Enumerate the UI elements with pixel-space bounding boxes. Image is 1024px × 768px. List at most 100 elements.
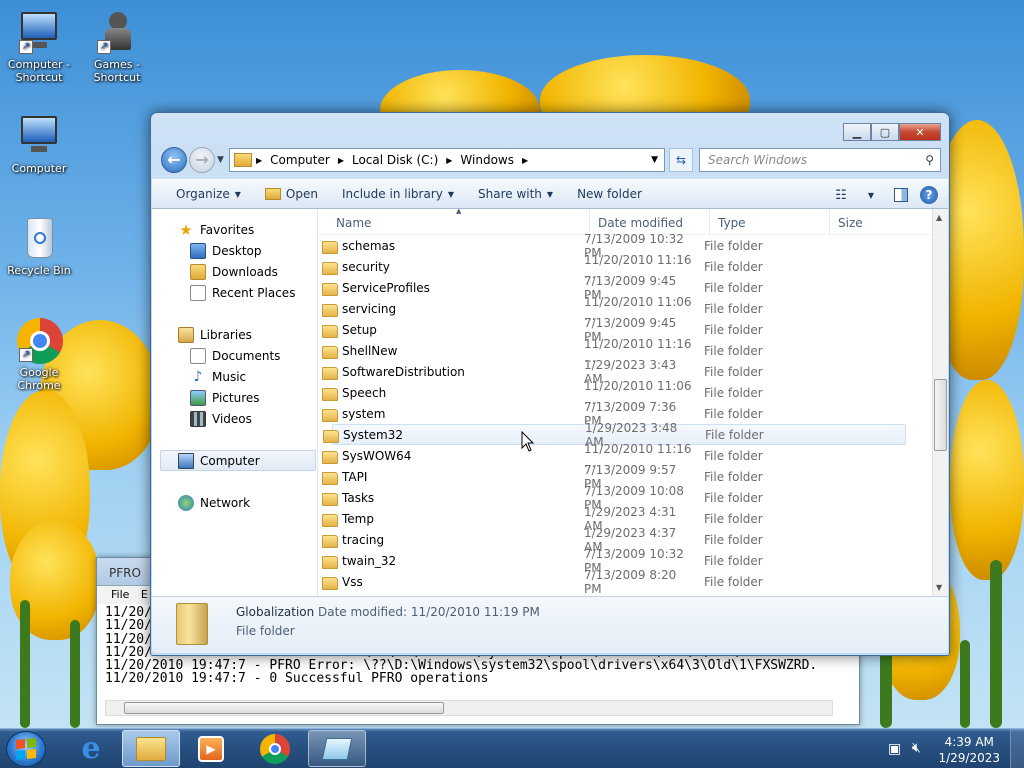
- taskbar-media-player[interactable]: ▶: [182, 730, 240, 767]
- scrollbar-thumb[interactable]: [124, 702, 444, 714]
- nav-documents[interactable]: Documents: [190, 345, 280, 366]
- chrome-icon: ↗: [17, 318, 63, 364]
- taskbar-notepad[interactable]: [308, 730, 366, 767]
- file-list-vertical-scrollbar[interactable]: ▲ ▼: [932, 209, 948, 596]
- navigation-pane[interactable]: ★ Favorites Desktop Downloads Recent Plac…: [152, 209, 318, 596]
- chevron-right-icon[interactable]: ▶: [518, 156, 532, 165]
- folder-icon: [322, 324, 338, 338]
- nav-computer[interactable]: Computer: [160, 450, 316, 471]
- clock[interactable]: 4:39 AM 1/29/2023: [938, 734, 1000, 766]
- include-in-library-menu[interactable]: Include in library ▼: [330, 187, 466, 201]
- nav-label: Computer: [200, 453, 260, 468]
- breadcrumb-windows[interactable]: Windows: [456, 153, 518, 167]
- command-bar: Organize ▼ Open Include in library ▼ Share…: [152, 179, 948, 209]
- file-name: Temp: [342, 511, 374, 526]
- chevron-down-icon: ▼: [234, 189, 241, 199]
- close-button[interactable]: ✕: [899, 123, 941, 141]
- folder-icon: [322, 366, 338, 380]
- nav-recent-places[interactable]: Recent Places: [190, 282, 295, 303]
- downloads-icon: [190, 263, 206, 280]
- refresh-button[interactable]: ⇆: [669, 148, 693, 172]
- nav-favorites[interactable]: ★ Favorites: [178, 219, 254, 240]
- taskbar-windows-explorer[interactable]: [122, 730, 180, 767]
- address-dropdown-icon[interactable]: ▼: [651, 155, 658, 165]
- organize-menu[interactable]: Organize ▼: [152, 187, 253, 201]
- network-status-icon[interactable]: ▣: [888, 741, 901, 757]
- search-icon[interactable]: ⚲: [925, 153, 934, 167]
- star-icon: ★: [179, 220, 193, 239]
- file-list[interactable]: Name ▲ Date modified Type Size schemas 7/1…: [318, 209, 948, 596]
- file-name: twain_32: [342, 553, 397, 568]
- desktop-icon-computer[interactable]: Computer: [4, 114, 74, 175]
- search-input[interactable]: Search Windows ⚲: [699, 148, 941, 172]
- scroll-down-icon[interactable]: ▼: [936, 583, 942, 592]
- file-name-cell: System32: [323, 427, 577, 443]
- minimize-button[interactable]: ▁: [843, 123, 871, 141]
- file-name: schemas: [342, 238, 396, 253]
- folder-icon: [322, 387, 338, 401]
- breadcrumb-computer[interactable]: Computer: [266, 153, 334, 167]
- nav-network[interactable]: Network: [178, 492, 250, 513]
- nav-desktop[interactable]: Desktop: [190, 240, 262, 261]
- menu-edit[interactable]: E: [141, 588, 148, 601]
- start-button[interactable]: [6, 731, 46, 767]
- chevron-right-icon[interactable]: ▶: [252, 156, 266, 165]
- desktop-icon-games-shortcut[interactable]: ↗ Games - Shortcut: [82, 10, 152, 84]
- details-pane: Globalization Date modified: 11/20/2010 …: [152, 597, 948, 653]
- notepad-horizontal-scrollbar[interactable]: [105, 700, 833, 716]
- recent-pages-dropdown[interactable]: ▼: [217, 155, 224, 165]
- help-button[interactable]: ?: [920, 186, 938, 204]
- nav-label: Downloads: [212, 264, 278, 279]
- file-name: Tasks: [342, 490, 375, 505]
- scrollbar-thumb[interactable]: [934, 379, 947, 451]
- nav-downloads[interactable]: Downloads: [190, 261, 278, 282]
- nav-pictures[interactable]: Pictures: [190, 387, 260, 408]
- open-button[interactable]: Open: [253, 187, 330, 201]
- file-name-cell: Tasks: [318, 490, 576, 506]
- text-line: 11/20/2010 19:47:7 - 0 Successful PFRO o…: [105, 671, 489, 687]
- column-name[interactable]: Name ▲: [318, 209, 590, 235]
- nav-videos[interactable]: Videos: [190, 408, 252, 429]
- file-name-cell: ServiceProfiles: [318, 281, 576, 296]
- folder-icon: [322, 513, 338, 527]
- maximize-button[interactable]: ▢: [871, 123, 899, 141]
- change-view-button[interactable]: ☷: [830, 185, 852, 205]
- forward-button[interactable]: →: [189, 147, 215, 173]
- taskbar-google-chrome[interactable]: [246, 730, 304, 767]
- new-folder-button[interactable]: New folder: [565, 187, 654, 201]
- desktop-icon-google-chrome[interactable]: ↗ Google Chrome: [4, 318, 74, 392]
- chevron-right-icon[interactable]: ▶: [334, 156, 348, 165]
- menu-file[interactable]: File: [111, 588, 129, 601]
- explorer-window[interactable]: ▁ ▢ ✕ ← → ▼ ▶ Computer ▶ Local Disk (C:)…: [150, 112, 950, 656]
- scroll-up-icon[interactable]: ▲: [936, 213, 942, 222]
- taskbar-internet-explorer[interactable]: e: [62, 730, 120, 767]
- show-desktop-button[interactable]: [1010, 729, 1024, 768]
- file-type: File folder: [704, 532, 763, 547]
- file-name-cell: twain_32: [318, 553, 576, 569]
- column-type[interactable]: Type: [710, 209, 830, 235]
- column-size[interactable]: Size: [830, 209, 920, 235]
- file-row[interactable]: Vss 7/13/2009 8:20 PM File folder: [318, 568, 932, 596]
- column-label: Type: [718, 216, 746, 230]
- new-folder-label: New folder: [577, 187, 642, 201]
- nav-libraries[interactable]: Libraries: [178, 324, 252, 345]
- file-name: System32: [343, 427, 404, 442]
- desktop-icon-recycle-bin[interactable]: Recycle Bin: [4, 216, 74, 277]
- address-bar[interactable]: ▶ Computer ▶ Local Disk (C:) ▶ Windows ▶…: [229, 148, 665, 172]
- share-with-menu[interactable]: Share with ▼: [466, 187, 565, 201]
- windows-explorer-icon: [136, 736, 166, 761]
- internet-explorer-icon: e: [81, 731, 101, 766]
- volume-muted-icon[interactable]: 🔇︎: [912, 740, 921, 756]
- back-button[interactable]: ←: [161, 147, 187, 173]
- folder-icon: [322, 240, 338, 254]
- explorer-content: ★ Favorites Desktop Downloads Recent Plac…: [152, 209, 948, 597]
- preview-pane-button[interactable]: [890, 185, 912, 205]
- view-options-dropdown[interactable]: ▼: [860, 185, 882, 205]
- nav-label: Libraries: [200, 327, 252, 342]
- folder-icon: [322, 450, 338, 464]
- desktop-icon-computer-shortcut[interactable]: ↗ Computer - Shortcut: [4, 10, 74, 84]
- desktop-icon-label: Games - Shortcut: [93, 58, 141, 84]
- nav-music[interactable]: ♪ Music: [190, 366, 247, 387]
- breadcrumb-local-disk[interactable]: Local Disk (C:): [348, 153, 442, 167]
- chevron-right-icon[interactable]: ▶: [442, 156, 456, 165]
